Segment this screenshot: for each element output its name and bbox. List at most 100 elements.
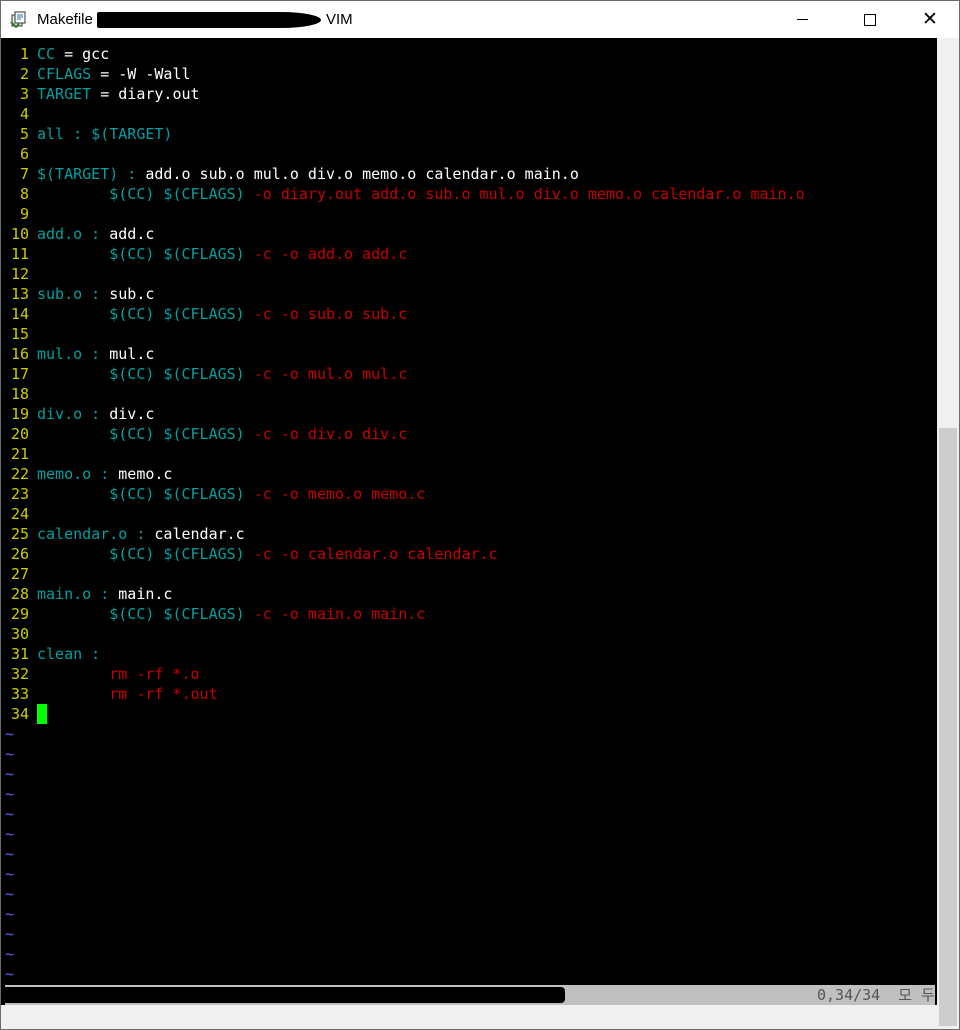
code-line[interactable]: 9 [1,204,37,224]
text-cursor [37,704,47,724]
code-line[interactable]: 30 [1,624,37,644]
line-number: 29 [10,605,29,623]
empty-line-marker: ~ [5,745,15,763]
line-number: 3 [19,85,29,103]
code-line[interactable]: 32 rm -rf *.o [1,664,200,684]
editor-buffer[interactable]: 1 CC = gcc 2 CFLAGS = -W -Wall 3 TARGET = dia… [1,38,937,985]
code-line[interactable]: 3 TARGET = diary.out [1,84,200,104]
line-number: 26 [10,545,29,563]
code-token: -c -o main.o main.c [244,605,426,623]
window-bottom-strip [1,1005,937,1029]
line-number: 9 [19,205,29,223]
code-line[interactable]: 23 $(CC) $(CFLAGS) -c -o memo.o memo.c [1,484,425,504]
code-line[interactable]: 7 $(TARGET) : add.o sub.o mul.o div.o mem… [1,164,579,184]
line-number: 33 [10,685,29,703]
window-title: Makefile [37,11,93,28]
title-bar[interactable]: Makefile VIM ✕ [1,1,959,38]
line-number: 27 [10,565,29,583]
code-line[interactable]: 1 CC = gcc [1,44,109,64]
code-token: div.c [109,405,155,423]
redacted-status-text [5,987,565,1003]
empty-line-marker: ~ [5,925,15,943]
line-number: 11 [10,245,29,263]
empty-line-marker: ~ [5,805,15,823]
vertical-scrollbar[interactable] [937,38,959,1029]
line-number: 23 [10,485,29,503]
empty-line-marker: ~ [5,725,15,743]
code-token: = gcc [55,45,110,63]
empty-line-marker: ~ [5,825,15,843]
code-line[interactable]: 12 [1,264,37,284]
minimize-button[interactable] [779,1,825,38]
code-token: -c -o add.o add.c [244,245,408,263]
close-icon: ✕ [922,8,938,30]
code-line[interactable]: 6 [1,144,37,164]
code-token: sub.c [109,285,155,303]
empty-line-marker: ~ [5,865,15,883]
line-number: 13 [10,285,29,303]
line-number: 31 [10,645,29,663]
line-number: 30 [10,625,29,643]
code-line[interactable]: 28 main.o : main.c [1,584,173,604]
code-line[interactable]: 22 memo.o : memo.c [1,464,173,484]
code-line[interactable]: 10 add.o : add.c [1,224,154,244]
code-line[interactable]: 34 [1,704,47,724]
code-line[interactable]: 5 all : $(TARGET) [1,124,173,144]
line-number: 34 [10,705,29,723]
scrollbar-thumb[interactable] [939,428,957,1026]
code-line[interactable]: 15 [1,324,37,344]
empty-line-marker: ~ [5,885,15,903]
code-line[interactable]: 14 $(CC) $(CFLAGS) -c -o sub.o sub.c [1,304,407,324]
code-line[interactable]: 18 [1,384,37,404]
code-token: mul.c [109,345,155,363]
code-line[interactable]: 21 [1,444,37,464]
code-token: main.c [118,585,173,603]
code-line[interactable]: 29 $(CC) $(CFLAGS) -c -o main.o main.c [1,604,425,624]
code-token: main.o : [37,585,119,603]
code-line[interactable]: 25 calendar.o : calendar.c [1,524,245,544]
line-number: 32 [10,665,29,683]
code-line[interactable]: 8 $(CC) $(CFLAGS) -o diary.out add.o sub… [1,184,805,204]
code-line[interactable]: 19 div.o : div.c [1,404,154,424]
code-line[interactable]: 16 mul.o : mul.c [1,344,154,364]
line-number: 1 [19,45,29,63]
code-line[interactable]: 11 $(CC) $(CFLAGS) -c -o add.o add.c [1,244,407,264]
code-token: add.o : [37,225,110,243]
code-token: add.o sub.o mul.o div.o memo.o calendar.… [145,165,579,183]
code-line[interactable]: 17 $(CC) $(CFLAGS) -c -o mul.o mul.c [1,364,407,384]
code-token: calendar.o : [37,525,155,543]
code-token: rm -rf *.o [109,665,200,683]
status-line: 0,34/34 모 두 [5,985,935,1005]
code-line[interactable]: 31 clean : [1,644,100,664]
code-token: $(CC) $(CFLAGS) [109,605,245,623]
code-token: $(CC) $(CFLAGS) [109,425,245,443]
line-number: 16 [10,345,29,363]
code-token: $(CC) $(CFLAGS) [109,365,245,383]
window-title-suffix: VIM [326,11,353,28]
code-line[interactable]: 24 [1,504,37,524]
code-token: = -W -Wall [91,65,191,83]
code-token: = diary.out [91,85,200,103]
code-line[interactable]: 4 [1,104,37,124]
maximize-button[interactable] [847,1,893,38]
code-line[interactable]: 26 $(CC) $(CFLAGS) -c -o calendar.o cale… [1,544,498,564]
code-token: $(CC) $(CFLAGS) [109,545,245,563]
code-line[interactable]: 33 rm -rf *.out [1,684,218,704]
line-number: 14 [10,305,29,323]
code-line[interactable]: 27 [1,564,37,584]
code-token: calendar.c [154,525,245,543]
code-line[interactable]: 2 CFLAGS = -W -Wall [1,64,191,84]
line-number: 12 [10,265,29,283]
close-button[interactable]: ✕ [907,1,953,38]
code-line[interactable]: 20 $(CC) $(CFLAGS) -c -o div.o div.c [1,424,407,444]
code-line[interactable]: 13 sub.o : sub.c [1,284,154,304]
line-number: 15 [10,325,29,343]
scroll-position-text: 모 두 [898,986,935,1004]
line-number: 10 [10,225,29,243]
line-number: 8 [19,185,29,203]
